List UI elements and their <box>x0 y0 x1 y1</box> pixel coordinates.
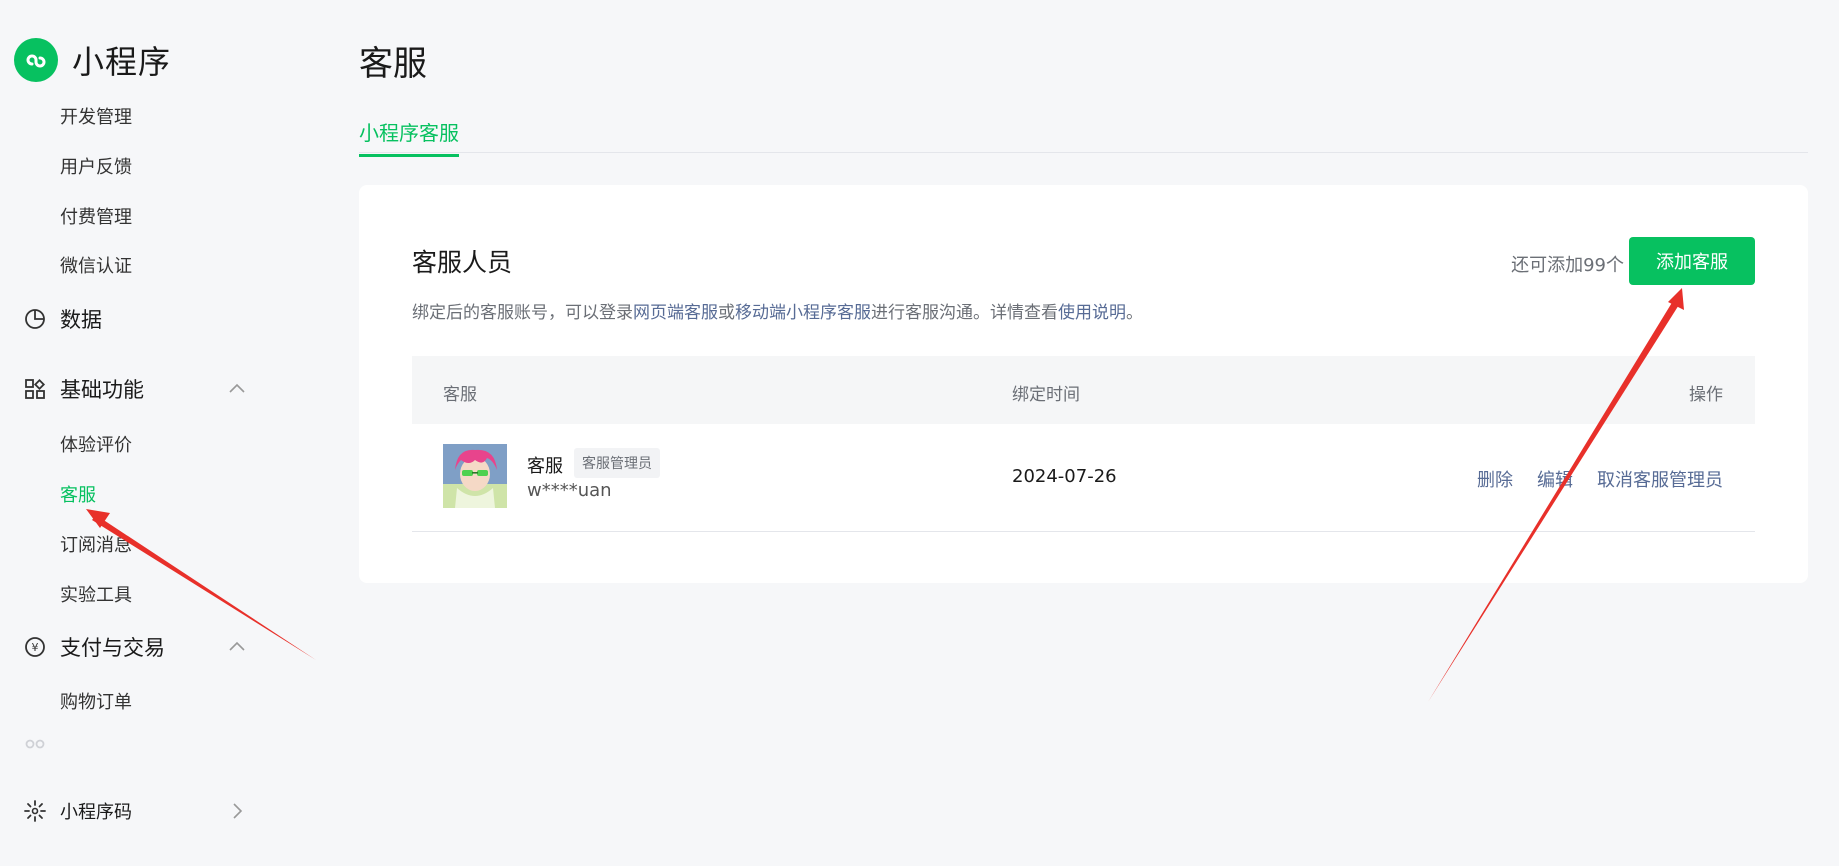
agent-name: 客服 <box>527 456 563 477</box>
mobile-customer-service-link[interactable]: 移动端小程序客服 <box>735 303 871 323</box>
page: 小程序 开发管理 用户反馈 付费管理 微信认证 数据 基础功能 体验评价 客服 … <box>0 0 1839 866</box>
sidebar-group-payment-trading[interactable]: ¥ 支付与交易 <box>24 632 246 662</box>
remaining-count: 还可添加99个 <box>1511 255 1624 276</box>
sidebar-group-label: 支付与交易 <box>60 636 165 660</box>
agent-account: w****uan <box>527 480 612 501</box>
sidebar-item-cut-off <box>24 738 246 752</box>
brand[interactable]: 小程序 <box>14 37 171 83</box>
section-description: 绑定后的客服账号，可以登录网页端客服或移动端小程序客服进行客服沟通。详情查看使用… <box>412 298 1143 323</box>
sidebar-item-experiment-tools[interactable]: 实验工具 <box>60 581 132 607</box>
sidebar-item-shopping-orders[interactable]: 购物订单 <box>60 688 132 714</box>
tab-mini-program-customer-service[interactable]: 小程序客服 <box>359 117 459 157</box>
desc-text: 。 <box>1126 303 1143 323</box>
svg-text:¥: ¥ <box>32 641 39 654</box>
add-customer-service-button[interactable]: 添加客服 <box>1629 237 1755 285</box>
sidebar-item-user-feedback[interactable]: 用户反馈 <box>60 153 132 179</box>
delete-link[interactable]: 删除 <box>1477 466 1513 492</box>
column-header-agent: 客服 <box>443 385 477 405</box>
sidebar-item-wechat-verification[interactable]: 微信认证 <box>60 252 132 278</box>
sidebar-item-label: 小程序码 <box>60 802 132 823</box>
sidebar-group-data[interactable]: 数据 <box>24 304 246 334</box>
usage-instructions-link[interactable]: 使用说明 <box>1058 303 1126 323</box>
desc-text: 绑定后的客服账号，可以登录 <box>412 303 633 323</box>
web-customer-service-link[interactable]: 网页端客服 <box>633 303 718 323</box>
chevron-up-icon[interactable] <box>228 380 246 398</box>
bind-time: 2024-07-26 <box>1012 466 1117 487</box>
sidebar-item-dev-management[interactable]: 开发管理 <box>60 103 132 129</box>
edit-link[interactable]: 编辑 <box>1537 466 1573 492</box>
sidebar-item-payment-management[interactable]: 付费管理 <box>60 203 132 229</box>
table-header: 客服 绑定时间 操作 <box>412 356 1755 424</box>
yen-circle-icon: ¥ <box>24 636 46 658</box>
column-header-bind-time: 绑定时间 <box>1012 385 1080 405</box>
customer-service-card: 客服人员 绑定后的客服账号，可以登录网页端客服或移动端小程序客服进行客服沟通。详… <box>359 185 1808 583</box>
sidebar-item-customer-service[interactable]: 客服 <box>60 481 96 507</box>
mini-program-logo-icon <box>14 38 58 82</box>
row-actions: 删除 编辑 取消客服管理员 <box>1477 466 1723 492</box>
sidebar-group-label: 基础功能 <box>60 378 144 402</box>
desc-text: 进行客服沟通。详情查看 <box>871 303 1058 323</box>
chevron-up-icon[interactable] <box>228 638 246 656</box>
revoke-admin-link[interactable]: 取消客服管理员 <box>1597 466 1723 492</box>
page-title: 客服 <box>359 44 427 84</box>
role-badge: 客服管理员 <box>574 448 660 478</box>
qr-burst-icon <box>24 800 46 822</box>
pie-chart-icon <box>24 308 46 330</box>
brand-name: 小程序 <box>72 43 172 81</box>
sidebar-group-basic-features[interactable]: 基础功能 <box>24 374 246 404</box>
sidebar-item-mini-program-code[interactable]: 小程序码 <box>24 798 246 824</box>
desc-text: 或 <box>718 303 735 323</box>
grid-apps-icon <box>24 378 46 400</box>
tab-bar: 小程序客服 <box>359 117 1808 157</box>
sidebar-item-experience-rating[interactable]: 体验评价 <box>60 431 132 457</box>
sidebar: 小程序 开发管理 用户反馈 付费管理 微信认证 数据 基础功能 体验评价 客服 … <box>0 0 300 866</box>
section-title: 客服人员 <box>412 248 513 277</box>
sidebar-item-subscription-messages[interactable]: 订阅消息 <box>60 531 132 557</box>
avatar <box>443 444 507 508</box>
column-header-actions: 操作 <box>1689 385 1723 405</box>
sidebar-group-label: 数据 <box>60 308 102 332</box>
table-row: 客服 客服管理员 w****uan 2024-07-26 删除 编辑 取消客服管… <box>412 424 1755 532</box>
chevron-right-icon <box>228 802 246 820</box>
customer-service-table: 客服 绑定时间 操作 客服 客服管理员 w****uan 2024-07-26 … <box>412 356 1755 532</box>
